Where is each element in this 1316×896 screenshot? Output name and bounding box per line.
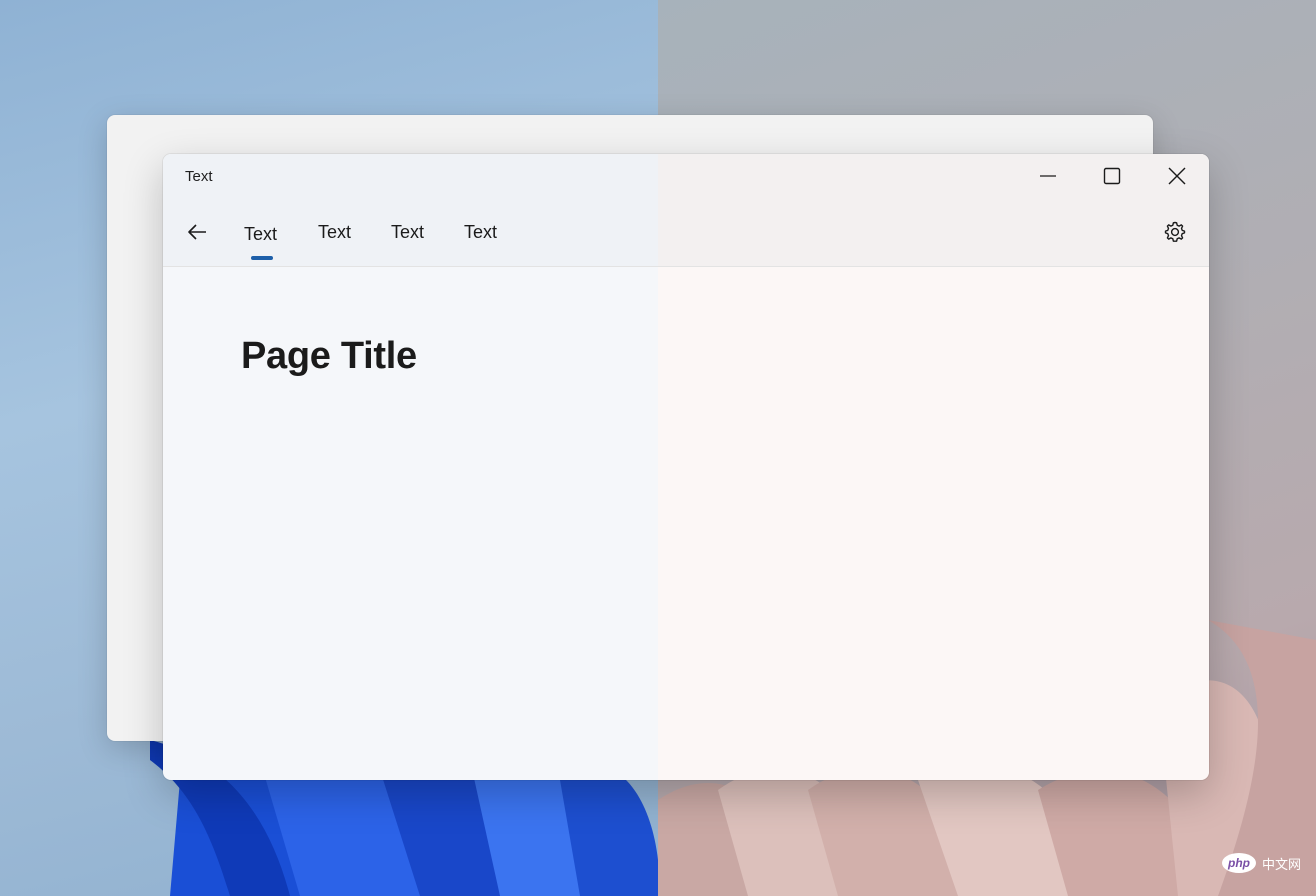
maximize-icon: [1103, 167, 1121, 185]
selected-tab-indicator: [251, 256, 273, 260]
title-bar: Text Text Text Text Text: [163, 154, 1209, 267]
watermark: php 中文网: [1222, 852, 1301, 874]
minimize-button[interactable]: [1016, 154, 1080, 198]
close-button[interactable]: [1145, 154, 1209, 198]
tab-3[interactable]: Text: [464, 220, 497, 244]
tab-1[interactable]: Text: [318, 220, 351, 244]
watermark-text: 中文网: [1262, 856, 1302, 872]
tab-2[interactable]: Text: [391, 220, 424, 244]
settings-button[interactable]: [1159, 216, 1191, 248]
window-title: Text: [185, 168, 213, 185]
close-icon: [1168, 167, 1186, 185]
watermark-logo: php: [1222, 853, 1256, 873]
app-window: Text Text Text Text Text Page Title: [163, 154, 1209, 780]
minimize-icon: [1040, 175, 1056, 177]
back-arrow-icon: [188, 224, 206, 240]
maximize-button[interactable]: [1080, 154, 1144, 198]
tab-0[interactable]: Text: [244, 222, 277, 246]
page-title: Page Title: [241, 335, 417, 377]
gear-icon: [1164, 221, 1186, 242]
back-button[interactable]: [181, 216, 213, 248]
